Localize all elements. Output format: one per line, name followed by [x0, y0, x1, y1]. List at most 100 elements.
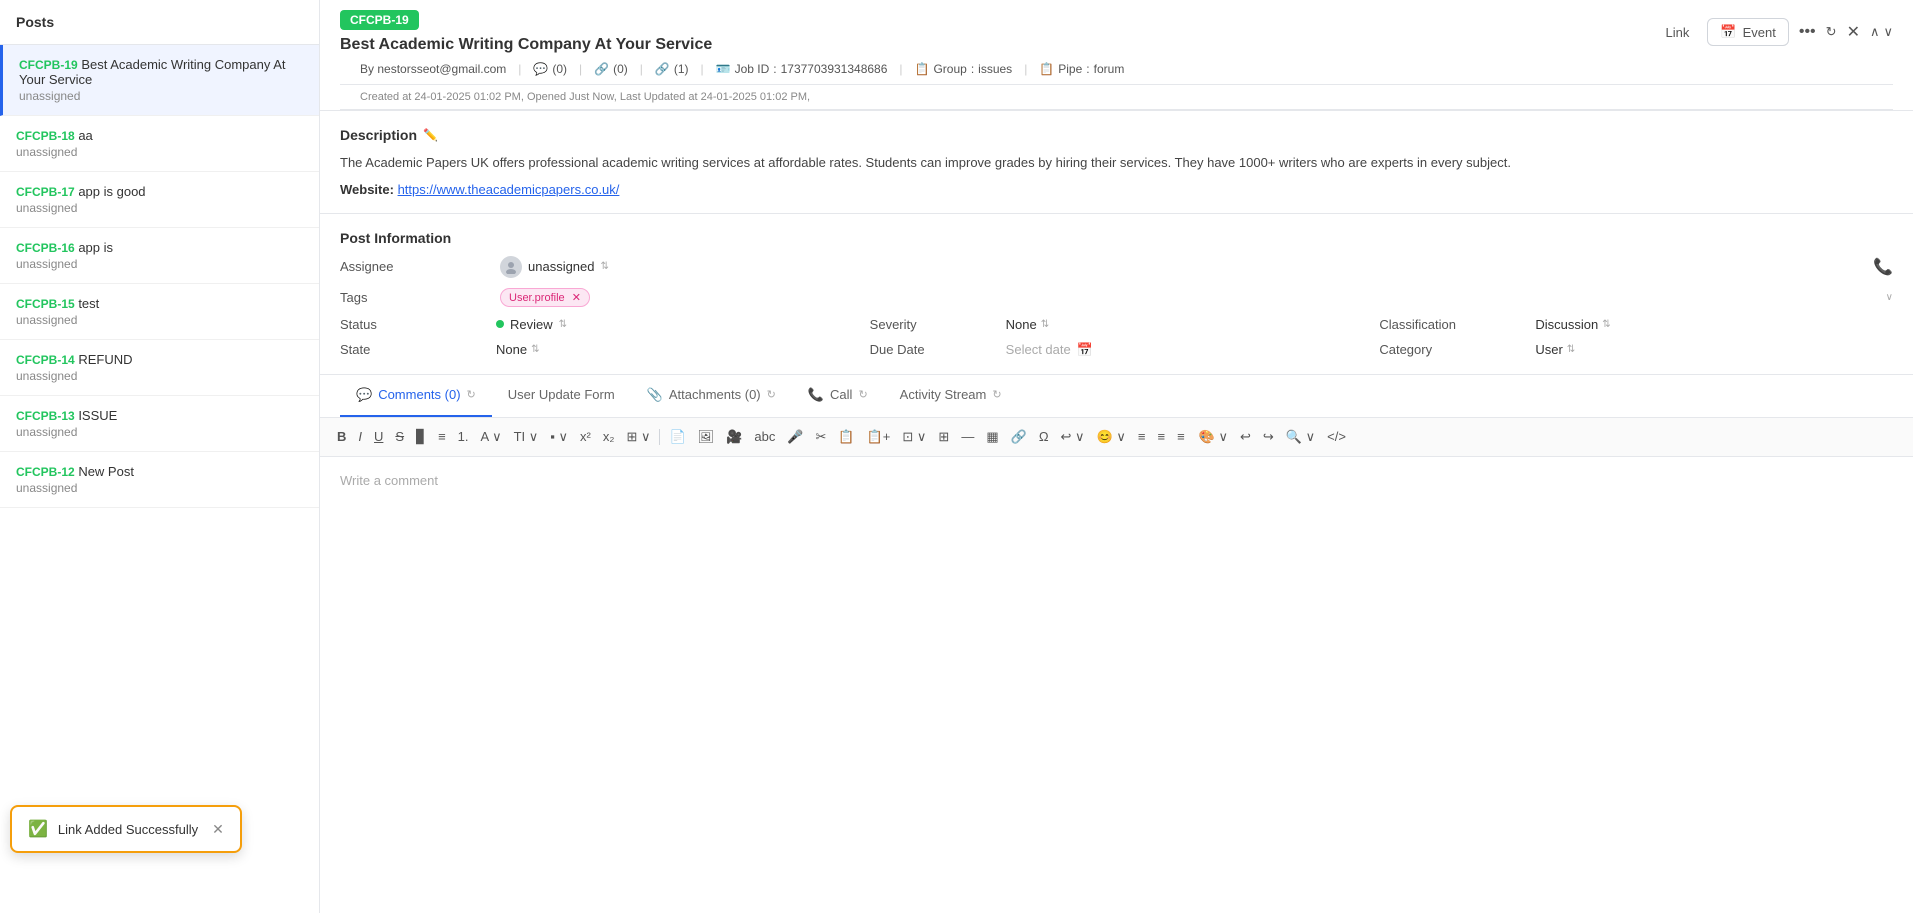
assignee-value[interactable]: unassigned ⇅ — [500, 256, 1873, 278]
ordered-list-button[interactable]: 1. — [453, 426, 474, 447]
tab-activity[interactable]: Activity Stream ↻ — [884, 375, 1018, 417]
state-sort-icon: ⇅ — [531, 344, 539, 355]
post-id: CFCPB-13 — [16, 409, 75, 423]
font-color-button[interactable]: A ∨ — [476, 426, 507, 448]
status-dot — [496, 320, 504, 328]
table2-button[interactable]: ▦ — [981, 426, 1003, 448]
group-icon: 📋 — [915, 62, 930, 76]
redo-button[interactable]: ↪ — [1258, 426, 1279, 448]
post-id: CFCPB-16 — [16, 241, 75, 255]
toast-close-button[interactable]: ✕ — [212, 821, 224, 838]
toast-notification: ✅ Link Added Successfully ✕ — [10, 805, 242, 853]
list-button[interactable]: ≡ — [433, 426, 451, 447]
undo-button[interactable]: ↩ — [1235, 426, 1256, 448]
file-button[interactable]: 📄 — [664, 426, 690, 448]
post-item-13[interactable]: CFCPB-13 ISSUE unassigned — [0, 396, 319, 452]
state-value[interactable]: None ⇅ — [496, 342, 854, 357]
tab-call[interactable]: 📞 Call ↻ — [792, 375, 884, 417]
post-info-section: Post Information Assignee unassigned ⇅ 📞… — [320, 214, 1913, 375]
post-item-12[interactable]: CFCPB-12 New Post unassigned — [0, 452, 319, 508]
tab-attachments[interactable]: 📎 Attachments (0) ↻ — [631, 375, 792, 417]
link-insert-button[interactable]: 🔗 — [1006, 426, 1032, 448]
separator-1 — [659, 429, 660, 445]
tag-remove-button[interactable]: ✕ — [572, 292, 581, 304]
post-item-16[interactable]: CFCPB-16 app is unassigned — [0, 228, 319, 284]
spell-check-button[interactable]: abc — [749, 426, 780, 447]
post-item-14[interactable]: CFCPB-14 REFUND unassigned — [0, 340, 319, 396]
nav-arrows: ∧ ∨ — [1870, 24, 1893, 40]
classification-value[interactable]: Discussion ⇅ — [1535, 317, 1893, 332]
activity-refresh-icon[interactable]: ↻ — [992, 388, 1001, 401]
align-left-button[interactable]: ≡ — [1133, 426, 1151, 447]
table-button[interactable]: ⊞ ∨ — [621, 426, 655, 448]
underline-button[interactable]: U — [369, 426, 388, 447]
event-button[interactable]: 📅 Event — [1707, 18, 1788, 46]
tab-comments[interactable]: 💬 Comments (0) ↻ — [340, 375, 492, 417]
phone-icon[interactable]: 📞 — [1873, 257, 1893, 277]
post-item-17[interactable]: CFCPB-17 app is good unassigned — [0, 172, 319, 228]
copy-button[interactable]: 📋 — [833, 426, 859, 448]
text-color-button[interactable]: 🎨 ∨ — [1194, 426, 1233, 448]
image-button[interactable]: 🖼 — [693, 426, 720, 448]
severity-sort-icon: ⇅ — [1041, 319, 1049, 330]
tab-user-update[interactable]: User Update Form — [492, 375, 631, 417]
comments-count[interactable]: 💬 (0) — [533, 62, 567, 76]
superscript-button[interactable]: x² — [575, 426, 596, 447]
source-button[interactable]: </> — [1322, 426, 1351, 447]
hr-button[interactable]: — — [956, 426, 979, 447]
close-button[interactable]: ✕ — [1847, 22, 1860, 42]
attachments-refresh-icon[interactable]: ↻ — [767, 388, 776, 401]
due-date-value[interactable]: Select date 📅 — [1006, 342, 1364, 358]
undo2-button[interactable]: ↩ ∨ — [1056, 426, 1090, 448]
post-status: unassigned — [19, 89, 303, 103]
bold-button[interactable]: B — [332, 426, 351, 447]
italic-button[interactable]: I — [353, 426, 367, 447]
website-url[interactable]: https://www.theacademicpapers.co.uk/ — [398, 182, 620, 197]
emoji-button[interactable]: 😊 ∨ — [1092, 426, 1131, 448]
sidebar: Posts CFCPB-19 Best Academic Writing Com… — [0, 0, 320, 913]
video-button[interactable]: 🎥 — [721, 426, 747, 448]
more-options-button[interactable]: ••• — [1799, 23, 1816, 41]
severity-value[interactable]: None ⇅ — [1006, 317, 1364, 332]
category-value[interactable]: User ⇅ — [1535, 342, 1893, 357]
cut-button[interactable]: ✂ — [811, 426, 832, 448]
strikethrough-button[interactable]: S — [390, 426, 409, 447]
post-item-15[interactable]: CFCPB-15 test unassigned — [0, 284, 319, 340]
paste-button[interactable]: 📋+ — [862, 426, 896, 448]
post-status: unassigned — [16, 313, 303, 327]
post-title: app is — [78, 240, 113, 255]
assignee-label: Assignee — [340, 259, 500, 274]
tags-dropdown-icon[interactable]: ∨ — [1886, 292, 1893, 303]
align-center-button[interactable]: ≡ — [1152, 426, 1170, 447]
status-label: Status — [340, 317, 480, 332]
link-button[interactable]: Link — [1658, 21, 1698, 44]
symbol-button[interactable]: Ω — [1034, 426, 1054, 447]
call-refresh-icon[interactable]: ↻ — [858, 388, 867, 401]
links-count[interactable]: 🔗 (0) — [594, 62, 628, 76]
calendar-icon[interactable]: 📅 — [1077, 342, 1093, 358]
chevron-down-icon[interactable]: ∨ — [1883, 24, 1893, 40]
comments-refresh-icon[interactable]: ↻ — [467, 388, 476, 401]
classification-label: Classification — [1379, 317, 1519, 332]
template-button[interactable]: ⊡ ∨ — [897, 426, 931, 448]
post-item-18[interactable]: CFCPB-18 aa unassigned — [0, 116, 319, 172]
subscript-button[interactable]: x₂ — [598, 426, 620, 447]
sidebar-header: Posts — [0, 0, 319, 45]
status-value[interactable]: Review ⇅ — [496, 317, 854, 332]
refresh-button[interactable]: ↻ — [1826, 24, 1837, 40]
editor-area[interactable]: Write a comment — [320, 457, 1913, 913]
highlight-button[interactable]: ▊ — [411, 426, 431, 448]
editor-placeholder: Write a comment — [340, 473, 438, 488]
search-btn[interactable]: 🔍 ∨ — [1281, 426, 1320, 448]
block-button[interactable]: ▪ ∨ — [545, 426, 573, 448]
active-links[interactable]: 🔗 (1) — [655, 62, 689, 76]
align-right-button[interactable]: ≡ — [1172, 426, 1190, 447]
grid-button[interactable]: ⊞ — [933, 426, 954, 448]
post-title: app is good — [78, 184, 145, 199]
chevron-up-icon[interactable]: ∧ — [1870, 24, 1880, 40]
text-format-button[interactable]: TI ∨ — [509, 426, 544, 448]
edit-icon[interactable]: ✏️ — [423, 128, 438, 142]
status-sort-icon: ⇅ — [559, 319, 567, 330]
post-item-19[interactable]: CFCPB-19 Best Academic Writing Company A… — [0, 45, 319, 116]
mic-button[interactable]: 🎤 — [782, 426, 808, 448]
